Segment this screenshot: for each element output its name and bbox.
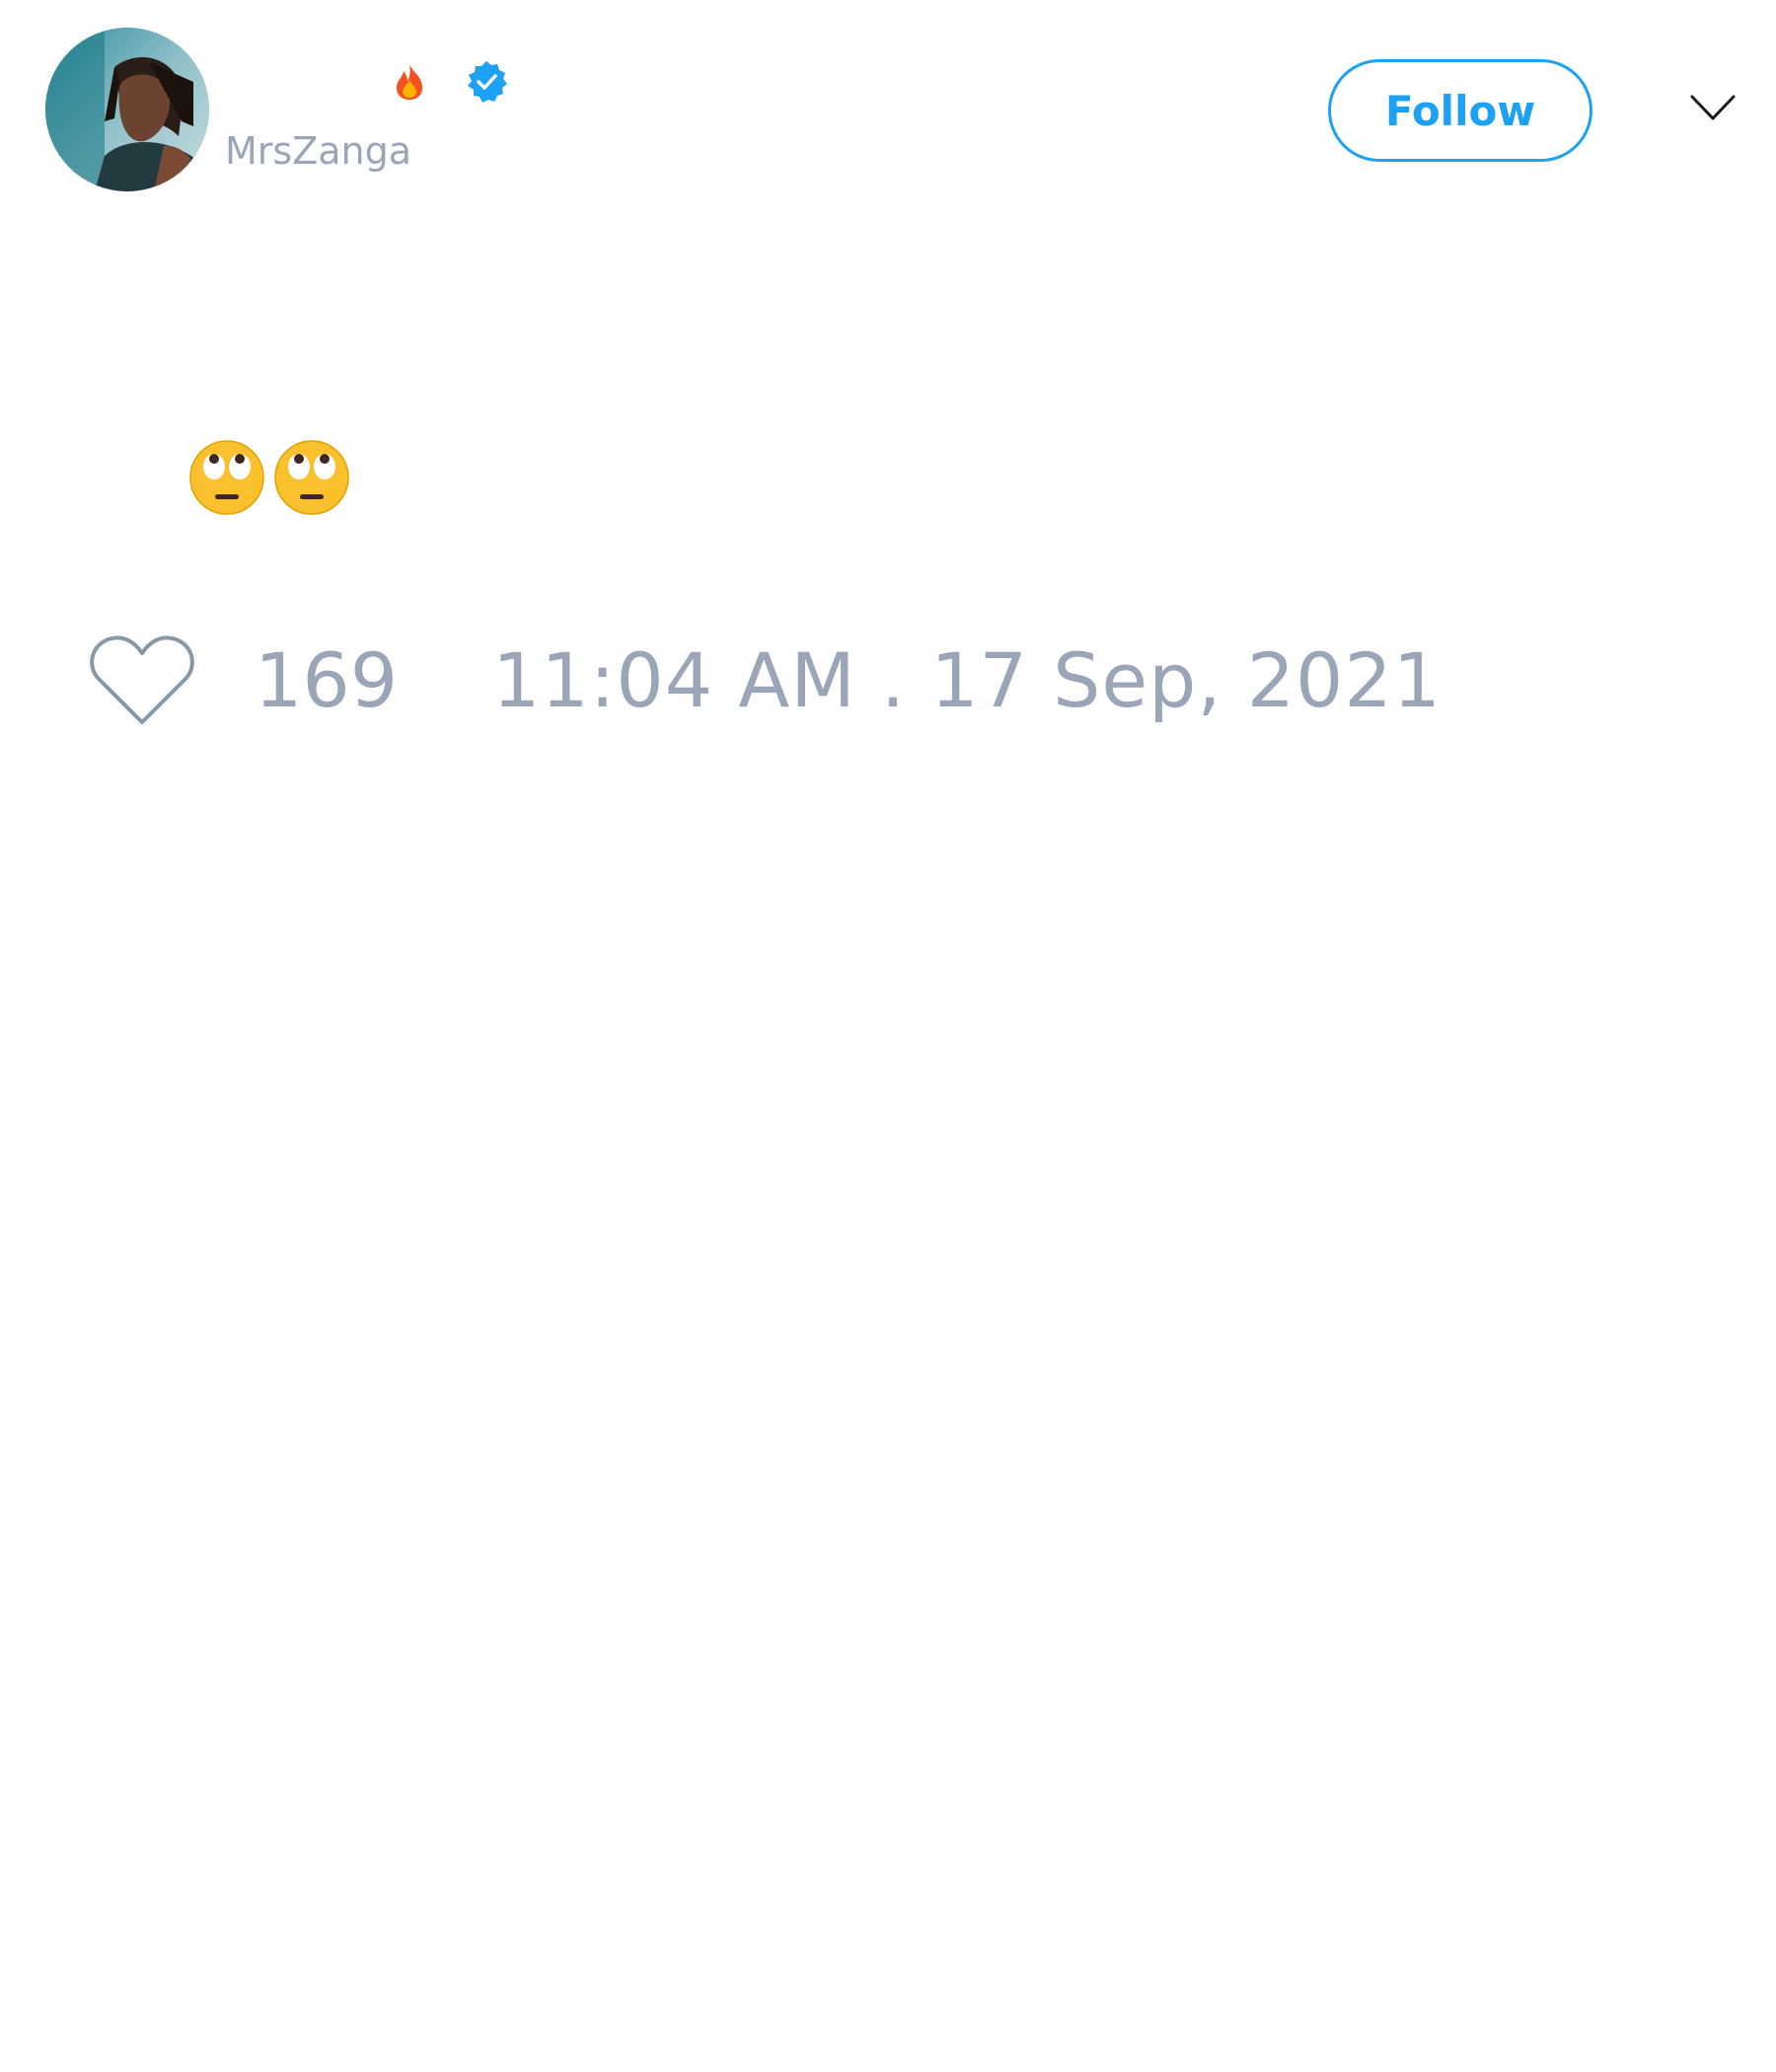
face-with-rolling-eyes-icon bbox=[272, 438, 351, 517]
verified-badge-icon bbox=[464, 59, 509, 105]
username[interactable]: MrsZanga bbox=[225, 126, 411, 176]
tweet-footer: 169 11:04 AM . 17 Sep, 2021 bbox=[89, 631, 1442, 730]
tweet-text bbox=[187, 438, 357, 517]
avatar[interactable] bbox=[45, 28, 209, 191]
follow-button[interactable]: Follow bbox=[1328, 59, 1592, 162]
face-with-rolling-eyes-icon bbox=[187, 438, 266, 517]
author-name-row bbox=[225, 55, 509, 109]
chevron-down-icon[interactable] bbox=[1689, 93, 1737, 122]
tweet-card: MrsZanga Follow 169 11:04 AM . 17 Sep, 2… bbox=[0, 0, 1776, 2072]
like-count: 169 bbox=[255, 636, 399, 724]
timestamp[interactable]: 11:04 AM . 17 Sep, 2021 bbox=[492, 631, 1442, 730]
profile-photo bbox=[45, 28, 209, 191]
heart-outline-icon[interactable] bbox=[89, 633, 195, 728]
fire-icon bbox=[393, 62, 426, 102]
